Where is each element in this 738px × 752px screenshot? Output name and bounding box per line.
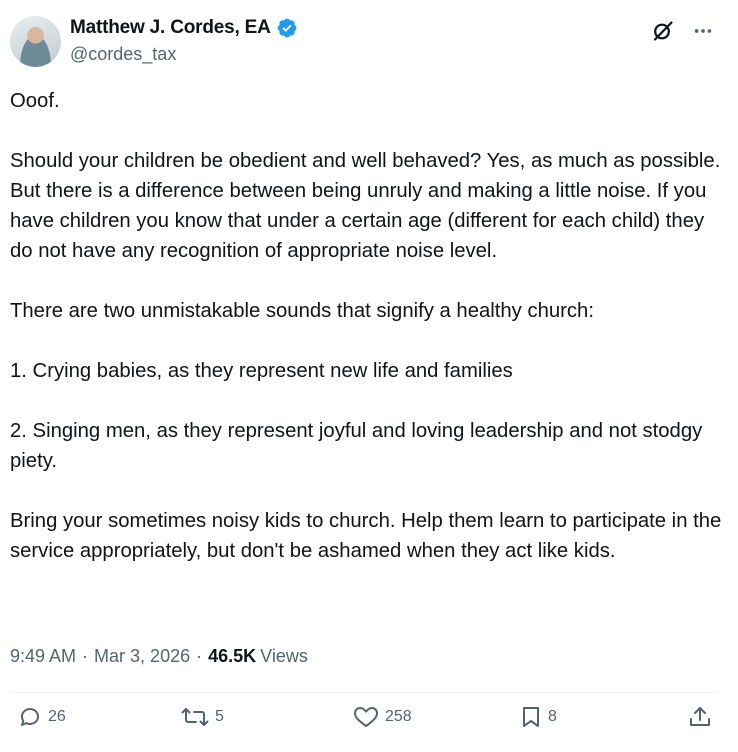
repost-arrows-icon [181, 708, 209, 726]
repost-button[interactable]: 5 [181, 705, 224, 729]
post-time[interactable]: 9:49 AM [10, 646, 76, 667]
like-button[interactable]: 258 [353, 705, 412, 729]
bookmark-count: 8 [548, 708, 557, 725]
divider [10, 692, 718, 693]
share-button[interactable] [688, 705, 712, 729]
post-text: Ooof. Should your children be obedient a… [10, 90, 722, 562]
like-count: 258 [385, 708, 412, 725]
views-label: Views [260, 646, 308, 666]
repost-count: 5 [215, 708, 224, 725]
reply-count: 26 [48, 708, 66, 725]
share-upload-icon [690, 707, 710, 726]
post-date[interactable]: Mar 3, 2026 [94, 646, 190, 667]
author-row: Matthew J. Cordes, EA [70, 17, 298, 39]
verified-badge-icon [277, 18, 297, 38]
avatar[interactable] [10, 16, 61, 67]
post-meta: 9:49 AM · Mar 3, 2026 · 46.5K Views [10, 646, 308, 667]
more-dots-icon[interactable] [690, 18, 716, 44]
reply-bubble-icon [21, 708, 39, 726]
meta-separator: · [82, 646, 89, 666]
author-name[interactable]: Matthew J. Cordes, EA [70, 17, 271, 39]
reply-button[interactable]: 26 [18, 705, 66, 729]
grok-slash-icon[interactable] [650, 18, 676, 44]
views-count: 46.5K [208, 646, 257, 666]
author-handle[interactable]: @cordes_tax [70, 44, 176, 65]
bookmark-button[interactable]: 8 [520, 705, 557, 729]
bookmark-icon [523, 707, 539, 727]
post-top-actions [650, 18, 716, 44]
post-actions-bar: 26 5 258 8 [0, 705, 738, 741]
heart-icon [354, 707, 378, 727]
meta-separator: · [196, 646, 203, 666]
